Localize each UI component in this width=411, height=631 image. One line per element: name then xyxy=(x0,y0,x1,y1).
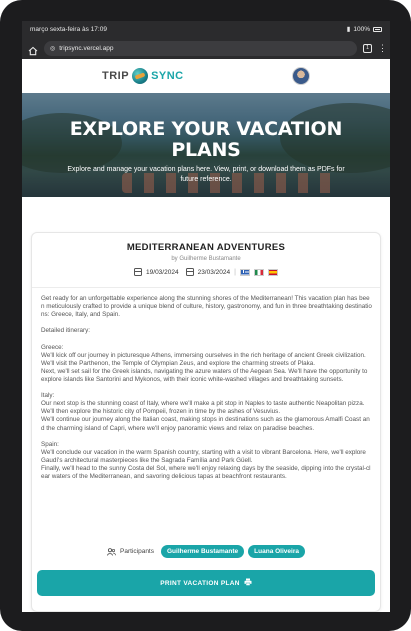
plan-author: by Guilherme Bustamante xyxy=(171,256,241,262)
plan-title: MEDITERRANEAN ADVENTURES xyxy=(126,242,286,253)
start-date: 19/03/2024 xyxy=(146,268,179,276)
plan-description: Get ready for an unforgettable experienc… xyxy=(41,295,372,481)
plan-dates: 19/03/2024 23/03/2024 | xyxy=(32,268,380,276)
print-vacation-plan-button[interactable]: PRINT VACATION PLAN xyxy=(37,570,375,596)
print-button-label: PRINT VACATION PLAN xyxy=(160,579,240,587)
signal-icon: ▮ xyxy=(346,26,351,33)
app-logo[interactable]: TRIP SYNC xyxy=(102,68,184,84)
flag-spain-icon xyxy=(267,268,278,276)
calendar-icon xyxy=(134,268,143,276)
status-datetime: março sexta-feira às 17:09 xyxy=(30,25,107,33)
avatar[interactable] xyxy=(292,67,310,85)
screen: março sexta-feira às 17:09 ▮ 100% ◎ trip… xyxy=(22,21,390,612)
end-date: 23/03/2024 xyxy=(197,268,231,276)
browser-toolbar: ◎ tripsync.vercel.app 1 ⋮ xyxy=(22,37,390,59)
url-text: tripsync.vercel.app xyxy=(59,44,114,52)
hero-subtitle: Explore and manage your vacation plans h… xyxy=(67,166,345,183)
tablet-frame: março sexta-feira às 17:09 ▮ 100% ◎ trip… xyxy=(0,0,411,631)
printer-icon xyxy=(244,578,252,588)
divider xyxy=(32,287,380,288)
status-bar: março sexta-feira às 17:09 ▮ 100% xyxy=(22,21,390,37)
logo-text-sync: SYNC xyxy=(151,70,184,82)
hero-title: EXPLORE YOUR VACATION PLANS xyxy=(69,118,343,161)
participant-chip[interactable]: Guilherme Bustamante xyxy=(161,545,245,558)
vacation-plan-card: MEDITERRANEAN ADVENTURES by Guilherme Bu… xyxy=(31,232,381,612)
globe-icon xyxy=(132,68,149,84)
battery-icon xyxy=(373,26,382,32)
flag-italy-icon xyxy=(253,268,264,276)
separator: | xyxy=(234,268,236,276)
flag-greece-icon xyxy=(239,268,250,276)
url-lock-icon: ◎ xyxy=(50,45,56,52)
logo-text-trip: TRIP xyxy=(102,70,130,82)
participant-chip[interactable]: Luana Oliveira xyxy=(248,545,305,558)
app-header: TRIP SYNC xyxy=(22,59,390,93)
home-icon[interactable] xyxy=(28,43,38,56)
url-bar[interactable]: ◎ tripsync.vercel.app xyxy=(44,40,357,56)
calendar-icon xyxy=(185,268,194,276)
status-right: ▮ 100% xyxy=(347,25,382,33)
participants-label: Participants xyxy=(120,548,154,555)
battery-label: 100% xyxy=(353,25,370,33)
menu-icon[interactable]: ⋮ xyxy=(378,43,387,53)
hero-banner: EXPLORE YOUR VACATION PLANS Explore and … xyxy=(22,93,390,197)
tabs-icon[interactable]: 1 xyxy=(363,43,372,53)
participants-row: Participants Guilherme Bustamante Luana … xyxy=(32,545,380,558)
people-icon xyxy=(107,547,116,556)
